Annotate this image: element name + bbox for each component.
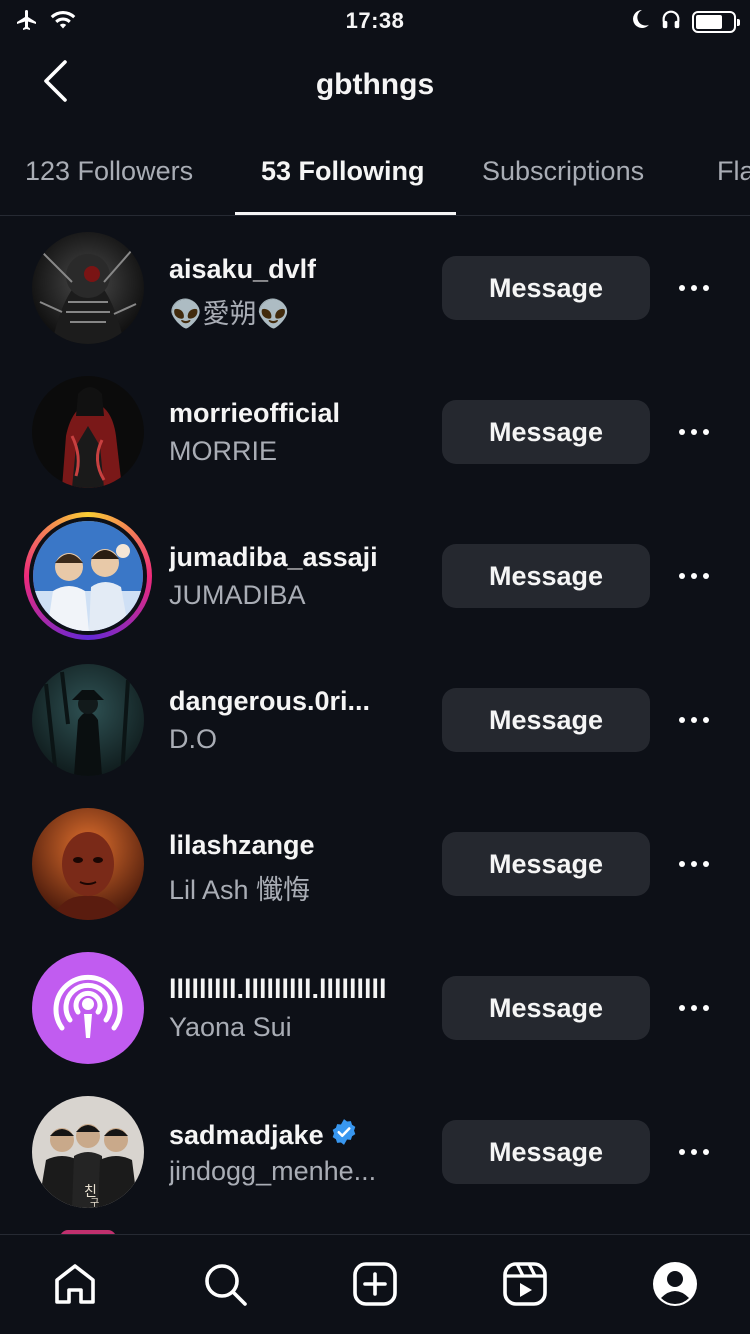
- page-title: gbthngs: [315, 68, 435, 101]
- list-item[interactable]: aisaku_dvlf 👽愛朔👽 Message: [0, 216, 750, 360]
- full-name: 👽愛朔👽: [169, 299, 291, 329]
- create-icon: [351, 1260, 399, 1313]
- list-item[interactable]: jumadiba_assaji JUMADIBA Message: [0, 504, 750, 648]
- list-item[interactable]: lllllllll.lllllllll.lllllllll Yaona Sui …: [0, 936, 750, 1080]
- search-icon: [201, 1260, 249, 1313]
- tab-bar: 123 Followers 53 Following Subscriptions…: [0, 130, 750, 216]
- status-bar: 17:38: [0, 0, 750, 42]
- status-right: [630, 8, 740, 35]
- moon-icon: [630, 8, 650, 35]
- message-button[interactable]: Message: [442, 544, 650, 608]
- reels-icon: [501, 1260, 549, 1313]
- list-item[interactable]: morrieofficial MORRIE Message: [0, 360, 750, 504]
- more-options-icon[interactable]: [668, 418, 720, 446]
- svg-text:구: 구: [90, 1198, 99, 1208]
- message-button[interactable]: Message: [442, 688, 650, 752]
- verified-badge-icon: [330, 1118, 358, 1153]
- tab-subscriptions[interactable]: Subscriptions: [482, 156, 644, 187]
- nav-search[interactable]: [200, 1261, 250, 1311]
- nav-reels[interactable]: [500, 1261, 550, 1311]
- message-button[interactable]: Message: [442, 400, 650, 464]
- message-button[interactable]: Message: [442, 976, 650, 1040]
- list-item[interactable]: 친 구 sadmadjake jindogg_menhe... Message: [0, 1080, 750, 1224]
- nav-profile[interactable]: [650, 1261, 700, 1311]
- nav-create[interactable]: [350, 1261, 400, 1311]
- username[interactable]: aisaku_dvlf: [169, 254, 316, 285]
- message-button[interactable]: Message: [442, 1120, 650, 1184]
- message-button[interactable]: Message: [442, 256, 650, 320]
- username[interactable]: lllllllll.lllllllll.lllllllll: [169, 974, 387, 1005]
- username[interactable]: morrieofficial: [169, 398, 340, 429]
- message-button[interactable]: Message: [442, 832, 650, 896]
- profile-icon: [651, 1260, 699, 1313]
- username-text[interactable]: sadmadjake: [169, 1120, 324, 1151]
- list-item[interactable]: lilashzange Lil Ash 懺悔 Message: [0, 792, 750, 936]
- username[interactable]: jumadiba_assaji: [169, 542, 378, 573]
- full-name: jindogg_menhe...: [169, 1156, 377, 1186]
- username[interactable]: lilashzange: [169, 830, 315, 861]
- avatar[interactable]: [32, 376, 144, 488]
- username[interactable]: dangerous.0ri...: [169, 686, 370, 717]
- more-options-icon[interactable]: [668, 274, 720, 302]
- full-name: Lil Ash 懺悔: [169, 875, 311, 905]
- avatar[interactable]: [32, 232, 144, 344]
- tab-flagged[interactable]: Fla: [717, 156, 750, 187]
- active-tab-indicator: [235, 212, 456, 215]
- more-options-icon[interactable]: [668, 1138, 720, 1166]
- avatar[interactable]: [32, 664, 144, 776]
- header: gbthngs: [0, 42, 750, 130]
- headphones-icon: [660, 8, 682, 35]
- full-name: D.O: [169, 724, 218, 754]
- avatar[interactable]: 친 구: [32, 1096, 144, 1208]
- avatar[interactable]: [32, 952, 144, 1064]
- tab-following[interactable]: 53 Following: [261, 156, 425, 187]
- full-name: JUMADIBA: [169, 580, 306, 610]
- nav-home[interactable]: [50, 1261, 100, 1311]
- following-list: aisaku_dvlf 👽愛朔👽 Message morrieofficial …: [0, 216, 750, 1234]
- bottom-nav: [0, 1234, 750, 1334]
- full-name: MORRIE: [169, 436, 277, 466]
- more-options-icon[interactable]: [668, 706, 720, 734]
- more-options-icon[interactable]: [668, 994, 720, 1022]
- avatar-with-story-ring[interactable]: [24, 512, 152, 640]
- more-options-icon[interactable]: [668, 562, 720, 590]
- tab-followers[interactable]: 123 Followers: [25, 156, 193, 187]
- more-options-icon[interactable]: [668, 850, 720, 878]
- home-icon: [51, 1260, 99, 1313]
- username[interactable]: sadmadjake: [169, 1118, 358, 1153]
- battery-icon: [692, 10, 740, 33]
- avatar[interactable]: [32, 808, 144, 920]
- list-item[interactable]: dangerous.0ri... D.O Message: [0, 648, 750, 792]
- full-name: Yaona Sui: [169, 1012, 292, 1042]
